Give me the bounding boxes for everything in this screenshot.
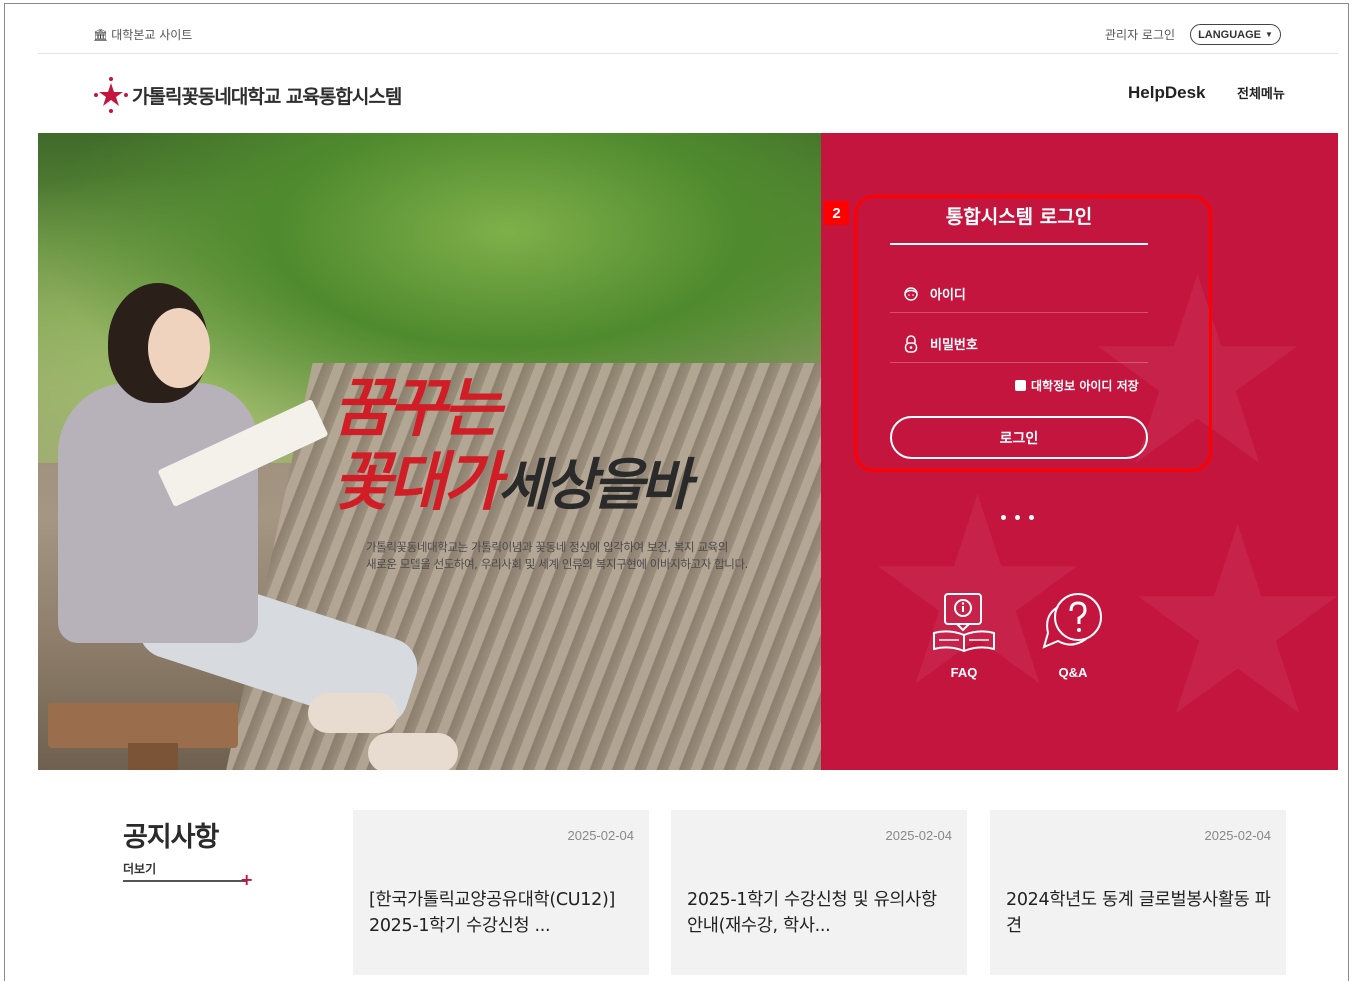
more-dots-icon xyxy=(1001,515,1034,520)
notice-section-header: 공지사항 xyxy=(123,815,219,854)
slogan-line-3: 세상을바 xyxy=(497,452,692,518)
password-field-label: 비밀번호 xyxy=(930,338,978,353)
star-logo-icon xyxy=(93,77,129,113)
password-field[interactable]: 비밀번호 xyxy=(890,325,1148,363)
plus-icon: + xyxy=(240,870,254,889)
notice-title-text: 2025-1학기 수강신청 및 유의사항 안내(재수강, 학사... xyxy=(687,890,937,936)
faq-link[interactable]: FAQ xyxy=(924,591,1004,680)
language-dropdown[interactable]: LANGUAGE ▼ xyxy=(1190,24,1281,45)
lock-icon xyxy=(902,334,920,353)
language-label: LANGUAGE xyxy=(1198,28,1262,41)
more-underline xyxy=(123,880,247,882)
admin-login-link[interactable]: 관리자 로그인 xyxy=(1105,26,1175,43)
qna-label: Q&A xyxy=(1058,665,1088,680)
user-face-icon xyxy=(902,285,920,303)
hero-shoe xyxy=(308,693,398,733)
helpdesk-link[interactable]: HelpDesk xyxy=(1128,83,1205,103)
hero-banner: 꿈꾸는 꽃대가세상을바 가톨릭꽃동네대학교는 가톨릭이념과 꽃동네 정신에 입각… xyxy=(38,133,821,770)
slogan-line-1: 꿈꾸는 xyxy=(333,371,502,446)
site-title: 가톨릭꽃동네대학교 교육통합시스템 xyxy=(132,85,402,108)
site-logo[interactable]: 가톨릭꽃동네대학교 교육통합시스템 xyxy=(93,77,402,113)
hero-description-line-2: 새로운 모델을 선도하여, 우리사회 및 세계 인류의 복지구현에 이바지하고자… xyxy=(366,557,748,571)
notice-date: 2025-02-04 xyxy=(567,828,635,843)
site-header: 가톨릭꽃동네대학교 교육통합시스템 HelpDesk 전체메뉴 xyxy=(38,55,1338,133)
question-bubble-icon xyxy=(1038,593,1108,657)
notice-date: 2025-02-04 xyxy=(885,828,953,843)
notice-card[interactable]: 2025-02-04 2024학년도 동계 글로벌봉사활동 파견 xyxy=(990,810,1286,975)
hero-description-line-1: 가톨릭꽃동네대학교는 가톨릭이념과 꽃동네 정신에 입각하여 보건, 복지 교육… xyxy=(366,540,728,554)
faq-label: FAQ xyxy=(950,665,978,680)
notice-date: 2025-02-04 xyxy=(1204,828,1272,843)
faq-book-icon xyxy=(931,593,997,657)
hero-person-body xyxy=(58,383,258,643)
notice-title-text: 2024학년도 동계 글로벌봉사활동 파견 xyxy=(1006,890,1271,936)
login-title-underline xyxy=(890,243,1148,245)
id-field[interactable]: 아이디 xyxy=(890,275,1148,313)
save-id-option[interactable]: 대학정보 아이디 저장 xyxy=(1015,377,1139,394)
save-id-checkbox[interactable] xyxy=(1015,380,1026,391)
all-menu-link[interactable]: 전체메뉴 xyxy=(1237,83,1285,102)
top-utility-bar: 🏛 대학본교 사이트 관리자 로그인 LANGUAGE ▼ xyxy=(38,16,1338,54)
hero-description: 가톨릭꽃동네대학교는 가톨릭이념과 꽃동네 정신에 입각하여 보건, 복지 교육… xyxy=(366,539,748,573)
login-panel: ★ ★ ★ 2 통합시스템 로그인 아이디 비밀번호 대학정보 아이디 저장 로… xyxy=(821,133,1338,770)
notice-more-link[interactable]: 더보기 xyxy=(123,860,156,877)
login-title: 통합시스템 로그인 xyxy=(945,206,1093,228)
save-id-label: 대학정보 아이디 저장 xyxy=(1031,379,1139,393)
notice-card[interactable]: 2025-02-04 [한국가톨릭교양공유대학(CU12)] 2025-1학기 … xyxy=(353,810,649,975)
hero-bench xyxy=(48,703,238,748)
slogan-line-2: 꽃대가 xyxy=(333,445,502,520)
slogan-line-2-wrap: 꽃대가세상을바 xyxy=(333,440,692,521)
notice-card[interactable]: 2025-02-04 2025-1학기 수강신청 및 유의사항 안내(재수강, … xyxy=(671,810,967,975)
university-site-link[interactable]: 🏛 대학본교 사이트 xyxy=(93,26,192,43)
annotation-tag: 2 xyxy=(824,201,849,225)
qna-link[interactable]: Q&A xyxy=(1033,591,1113,680)
notice-title-text: [한국가톨릭교양공유대학(CU12)] 2025-1학기 수강신청 ... xyxy=(369,890,616,936)
building-icon: 🏛 xyxy=(93,27,109,42)
login-button[interactable]: 로그인 xyxy=(890,416,1148,459)
id-field-label: 아이디 xyxy=(930,288,966,303)
caret-down-icon: ▼ xyxy=(1265,30,1273,39)
university-site-label: 대학본교 사이트 xyxy=(111,28,193,42)
hero-person-face xyxy=(148,308,210,388)
hero-shoe xyxy=(368,733,458,770)
hero-bench-leg xyxy=(128,743,178,770)
hero-slogan: 꿈꾸는 꽃대가세상을바 xyxy=(333,371,692,521)
notice-title: 공지사항 xyxy=(123,822,219,853)
background-star-icon: ★ xyxy=(1121,472,1338,770)
